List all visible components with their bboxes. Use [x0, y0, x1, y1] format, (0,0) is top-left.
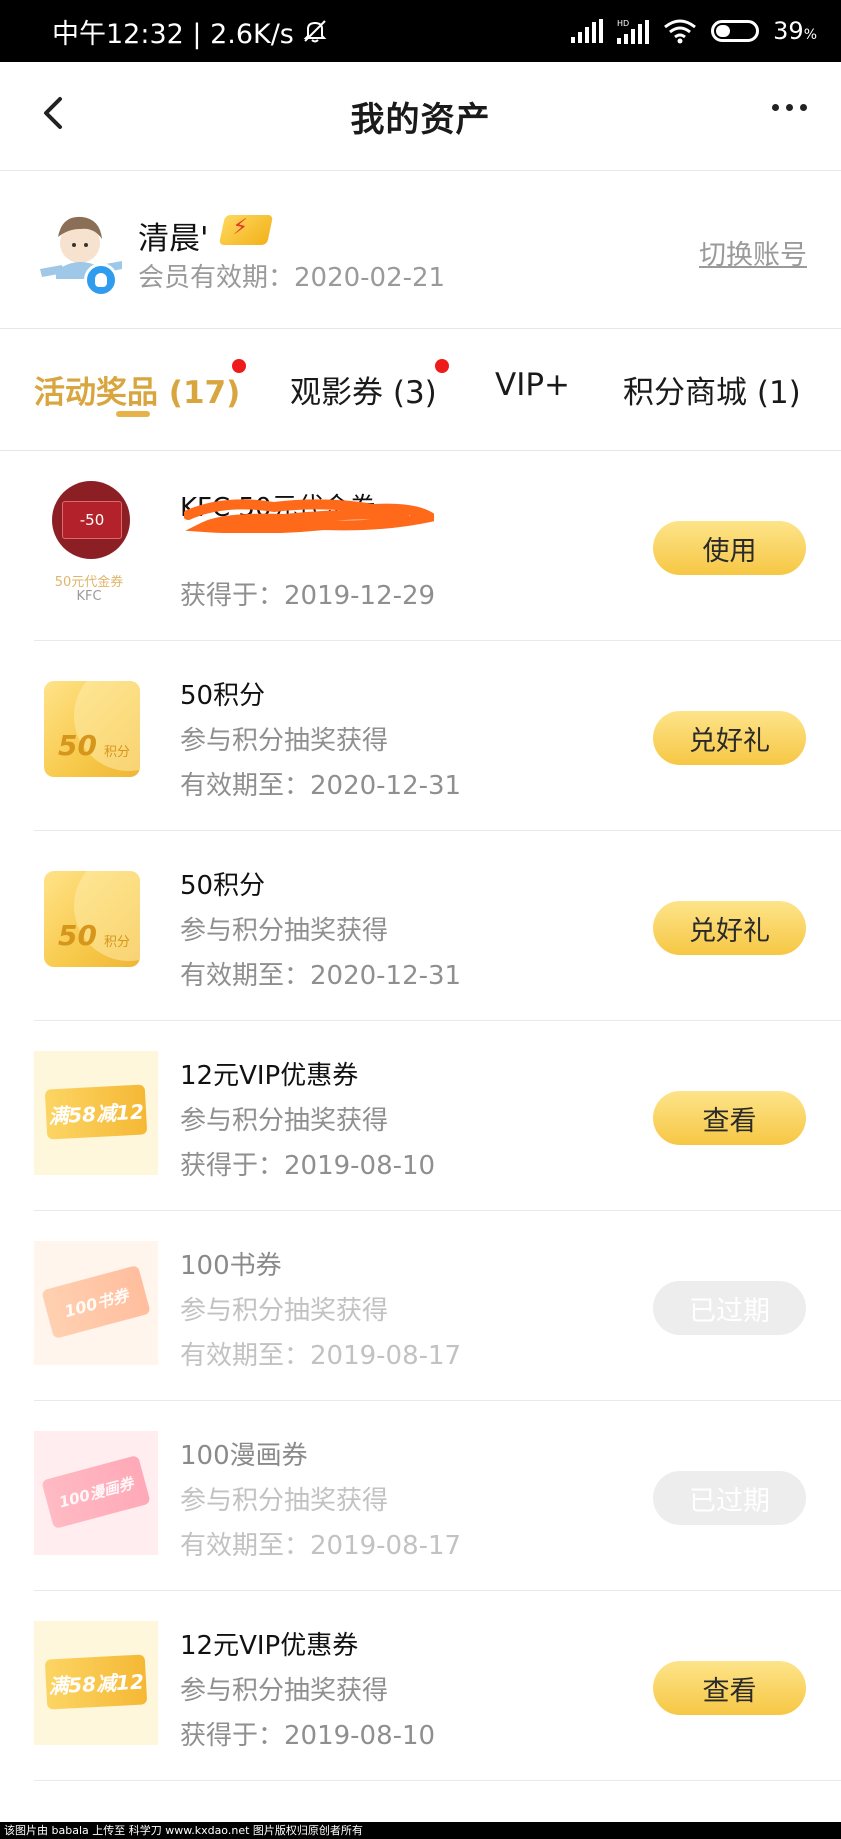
- app-header: 我的资产: [0, 62, 841, 171]
- item-source: 参与积分抽奖获得: [180, 726, 389, 756]
- mute-icon: [303, 20, 327, 43]
- switch-account-link[interactable]: 切换账号: [699, 233, 807, 272]
- battery-icon: [711, 20, 760, 42]
- expired-button: 已过期: [653, 1281, 806, 1335]
- thumb-caption: 50元代金券: [54, 575, 124, 590]
- thumb-caption-brand: KFC: [76, 589, 102, 604]
- item-title: 100书券: [180, 1251, 282, 1281]
- redeem-button[interactable]: 兑好礼: [653, 901, 806, 955]
- list-item[interactable]: 50 积分 50积分 参与积分抽奖获得 有效期至：2020-12-31 兑好礼: [34, 641, 841, 831]
- page-title: 我的资产: [350, 99, 491, 140]
- redeem-button[interactable]: 兑好礼: [653, 711, 806, 765]
- signal-icon: [571, 19, 604, 43]
- item-title: 50积分: [180, 871, 266, 901]
- tab-vip-plus[interactable]: VIP+: [495, 367, 570, 403]
- tab-movie-tickets-dot: [435, 359, 449, 373]
- vip-coupon-thumbnail: 满58减12: [34, 1621, 158, 1745]
- points-coin-icon: 50 积分: [44, 871, 140, 967]
- item-title: 12元VIP优惠券: [180, 1061, 359, 1091]
- points-coin-icon: 50 积分: [44, 681, 140, 777]
- list-item[interactable]: 50 积分 50积分 参与积分抽奖获得 有效期至：2020-12-31 兑好礼: [34, 831, 841, 1021]
- battery-percent: 39%: [773, 17, 817, 45]
- list-item[interactable]: 满58减12 12元VIP优惠券 参与积分抽奖获得 获得于：2019-08-10…: [34, 1591, 841, 1781]
- tab-activity-prizes-dot: [232, 359, 246, 373]
- battery-unit: %: [803, 27, 817, 43]
- kfc-card-value: -50: [62, 501, 122, 539]
- item-date: 获得于：2019-12-29: [180, 581, 436, 611]
- status-bar: 中午12:32 | 2.6K/s HD 39%: [0, 0, 841, 62]
- item-date: 有效期至：2019-08-17: [180, 1531, 462, 1561]
- expired-button: 已过期: [653, 1471, 806, 1525]
- list-item[interactable]: 100书券 100书券 参与积分抽奖获得 有效期至：2019-08-17 已过期: [34, 1211, 841, 1401]
- tab-movie-tickets[interactable]: 观影券 (3): [290, 367, 437, 412]
- kfc-logo-icon: -50: [52, 481, 130, 559]
- thumb-points-unit: 积分: [104, 745, 131, 760]
- item-title: 12元VIP优惠券: [180, 1631, 359, 1661]
- active-tab-indicator: [116, 411, 150, 417]
- tab-activity-prizes[interactable]: 活动奖品 (17): [34, 367, 240, 412]
- item-date: 有效期至：2020-12-31: [180, 961, 462, 991]
- svg-text:HD: HD: [617, 19, 629, 28]
- vip-coupon-thumbnail: 满58减12: [34, 1051, 158, 1175]
- qq-badge-icon: [84, 263, 118, 297]
- status-left: 中午12:32 | 2.6K/s: [52, 12, 571, 51]
- view-button[interactable]: 查看: [653, 1661, 806, 1715]
- coupon-ticket-icon: 满58减12: [44, 1084, 148, 1140]
- membership-expiry: 会员有效期：2020-02-21: [138, 263, 446, 293]
- thumb-points-value: 50: [58, 729, 97, 762]
- vip-level-icon: [218, 215, 274, 245]
- comic-voucher-thumbnail: 100漫画券: [34, 1431, 158, 1555]
- coupon-ticket-icon: 满58减12: [44, 1654, 148, 1710]
- item-source: 参与积分抽奖获得: [180, 916, 389, 946]
- list-item[interactable]: 100漫画券 100漫画券 参与积分抽奖获得 有效期至：2019-08-17 已…: [34, 1401, 841, 1591]
- view-button[interactable]: 查看: [653, 1091, 806, 1145]
- points-thumbnail: 50 积分: [34, 671, 158, 795]
- thumb-points-unit: 积分: [104, 935, 131, 950]
- thumb-points-value: 50: [58, 919, 97, 952]
- status-right: HD 39%: [571, 17, 817, 45]
- item-source: 参与积分抽奖获得: [180, 1296, 389, 1326]
- wifi-icon: [664, 19, 697, 44]
- username: 清晨': [138, 221, 209, 257]
- item-source: 参与积分抽奖获得: [180, 1106, 389, 1136]
- item-title: 100漫画券: [180, 1441, 308, 1471]
- item-date: 获得于：2019-08-10: [180, 1721, 436, 1751]
- list-item[interactable]: -50 50元代金券 KFC KFC 50元代金券 获得于：2019-12-29…: [34, 451, 841, 641]
- signal-hd-icon: HD: [617, 19, 650, 44]
- kfc-voucher-thumbnail: -50 50元代金券 KFC: [34, 481, 158, 605]
- list-item[interactable]: 满58减12 12元VIP优惠券 参与积分抽奖获得 获得于：2019-08-10…: [34, 1021, 841, 1211]
- battery-value: 39: [773, 17, 804, 45]
- status-time: 中午12:32 | 2.6K/s: [52, 18, 294, 50]
- watermark-footer: 该图片由 babala 上传至 科学刀 www.kxdao.net 图片版权归原…: [0, 1822, 841, 1839]
- book-voucher-thumbnail: 100书券: [34, 1241, 158, 1365]
- back-icon[interactable]: [38, 96, 72, 130]
- item-date: 获得于：2019-08-10: [180, 1151, 436, 1181]
- use-button[interactable]: 使用: [653, 521, 806, 575]
- item-date: 有效期至：2019-08-17: [180, 1341, 462, 1371]
- item-title: 50积分: [180, 681, 266, 711]
- item-source: 参与积分抽奖获得: [180, 1676, 389, 1706]
- redaction-scribble: [184, 499, 434, 533]
- item-date: 有效期至：2020-12-31: [180, 771, 462, 801]
- tab-points-mall[interactable]: 积分商城 (1): [623, 367, 801, 412]
- tab-bar: 活动奖品 (17) 观影券 (3) VIP+ 积分商城 (1): [0, 329, 841, 451]
- item-source: 参与积分抽奖获得: [180, 1486, 389, 1516]
- profile-card: 清晨' 会员有效期：2020-02-21 切换账号: [0, 171, 841, 329]
- points-thumbnail: 50 积分: [34, 861, 158, 985]
- more-icon[interactable]: [772, 104, 807, 111]
